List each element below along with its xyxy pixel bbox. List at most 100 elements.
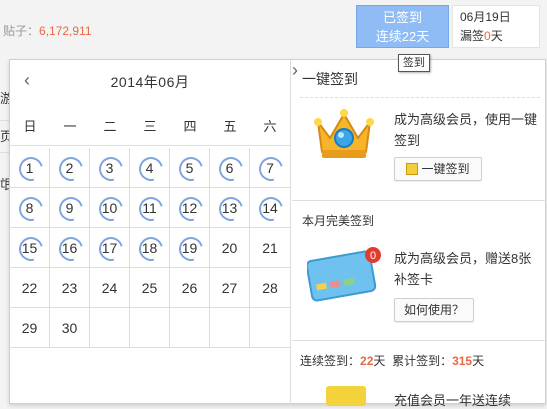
total-label: 累计签到： [392,354,453,368]
calendar-day[interactable]: 25 [130,268,170,307]
calendar-day-number: 11 [142,200,157,216]
calendar-day-signed[interactable]: 14 [250,188,290,227]
calendar-day[interactable]: 27 [210,268,250,307]
calendar-day-number: 4 [145,160,154,176]
day-unit: 天 [373,354,386,368]
weekday-label: 三 [143,119,157,134]
weekday-label: 日 [23,119,37,134]
sign-date: 06月19日 [460,10,511,24]
calendar-empty-cell [210,308,250,347]
calendar-day-signed[interactable]: 19 [170,228,210,267]
calendar-day-number: 19 [181,240,198,256]
calendar-week-row: 22 23 24 25 26 27 28 [10,268,291,308]
calendar-day[interactable]: 20 [210,228,250,267]
calendar-day-signed[interactable]: 16 [50,228,90,267]
calendar-day-number: 9 [65,200,74,216]
calendar-day-signed[interactable]: 13 [210,188,250,227]
card-badge: 0 [370,250,376,262]
calendar-empty-cell [250,308,290,347]
calendar-day-signed[interactable]: 3 [90,148,130,187]
calendar-day-signed[interactable]: 4 [130,148,170,187]
weekday-header: 日一二三四五六 [10,108,291,146]
weekday-label: 六 [263,119,277,134]
posts-label: 贴子： [3,24,40,38]
divider [300,97,540,98]
calendar: ‹ 2014年06月 › 日一二三四五六 1 2 3 4 5 6 7 8 9 10 11 12 13 14… [10,60,298,405]
signed-status: 已签到 [382,10,422,25]
calendar-day-number: 3 [105,160,114,176]
calendar-day[interactable]: 28 [250,268,290,307]
calendar-day[interactable]: 21 [250,228,290,267]
calendar-day[interactable]: 29 [10,308,50,347]
weekday-label: 一 [63,119,77,134]
calendar-day[interactable]: 23 [50,268,90,307]
calendar-day-signed[interactable]: 8 [10,188,50,227]
calendar-day-signed[interactable]: 1 [10,148,50,187]
calendar-day-signed[interactable]: 9 [50,188,90,227]
onekey-description: 成为高级会员，使用一键签到 [394,112,538,148]
calendar-day-number: 8 [25,200,34,216]
calendar-day-number: 2 [65,160,74,176]
calendar-day[interactable]: 26 [170,268,210,307]
total-count: 315 [452,354,473,368]
calendar-day-number: 10 [101,200,118,216]
sign-info-box: 06月19日 漏签0天 [452,5,540,48]
post-count: 贴子：6,172,911 [3,22,92,39]
card-description: 成为高级会员，赠送8张补签卡 [394,251,532,287]
divider [292,340,547,341]
calendar-day-number: 5 [185,160,194,176]
calendar-day-signed[interactable]: 6 [210,148,250,187]
calendar-day-number: 30 [61,320,78,336]
calendar-header: ‹ 2014年06月 › [10,60,298,100]
weekday-label: 二 [103,119,117,134]
calendar-day-number: 12 [181,200,198,216]
calendar-day-number: 7 [266,160,274,176]
calendar-day-number: 15 [21,240,38,256]
sign-panel: ‹ 2014年06月 › 日一二三四五六 1 2 3 4 5 6 7 8 9 10 11 12 13 14… [9,59,547,408]
onekey-sign-label: 一键签到 [421,162,470,176]
calendar-day-signed[interactable]: 5 [170,148,210,187]
calendar-empty-cell [90,308,130,347]
calendar-day-number: 27 [221,280,238,296]
calendar-day[interactable]: 24 [90,268,130,307]
calendar-day[interactable]: 30 [50,308,90,347]
ticket-icon [326,386,366,406]
calendar-day-signed[interactable]: 12 [170,188,210,227]
calendar-day-signed[interactable]: 11 [130,188,170,227]
vip-icon [406,163,419,175]
calendar-day-signed[interactable]: 7 [250,148,290,187]
calendar-day-signed[interactable]: 2 [50,148,90,187]
calendar-day-number: 1 [25,160,34,176]
calendar-day-number: 18 [141,240,158,256]
calendar-day-signed[interactable]: 15 [10,228,50,267]
posts-number: 6,172,911 [39,24,92,38]
calendar-week-row: 1 2 3 4 5 6 7 [10,148,291,188]
how-to-use-button[interactable]: 如何使用？ [394,298,474,322]
calendar-grid: 1 2 3 4 5 6 7 8 9 10 11 12 13 14 15 16 17 18 19 20 21 22 23 24 2… [10,148,291,348]
calendar-week-row: 29 30 [10,308,291,348]
calendar-day[interactable]: 22 [10,268,50,307]
calendar-day-number: 29 [21,320,38,336]
leak-count: 0 [484,29,491,43]
calendar-day-signed[interactable]: 17 [90,228,130,267]
signed-button[interactable]: 已签到 连续22天 [356,5,449,48]
calendar-day-number: 23 [61,280,78,296]
calendar-week-row: 15 16 17 18 19 20 21 [10,228,291,268]
crown-icon [314,109,374,158]
calendar-day-number: 28 [262,280,278,296]
leak-label: 漏签 [460,29,485,43]
calendar-week-row: 8 9 10 11 12 13 14 [10,188,291,228]
calendar-day-number: 22 [21,280,38,296]
calendar-empty-cell [130,308,170,347]
calendar-day-number: 13 [221,200,238,216]
calendar-day-signed[interactable]: 10 [90,188,130,227]
makeup-card-icon: 0 [307,247,381,302]
sign-stats: 连续签到：22天 累计签到：315天 [300,352,484,369]
onekey-sign-button[interactable]: 一键签到 [394,157,482,181]
weekday-label: 五 [223,119,237,134]
calendar-day-number: 24 [101,280,118,296]
divider [292,200,547,201]
tooltip: 签到 [398,54,430,72]
calendar-day-signed[interactable]: 18 [130,228,170,267]
sign-sidebar: 一键签到 成为高级会员，使用一键签到 一键签到 本月完美签到 0 成为高级会员，… [292,60,547,408]
